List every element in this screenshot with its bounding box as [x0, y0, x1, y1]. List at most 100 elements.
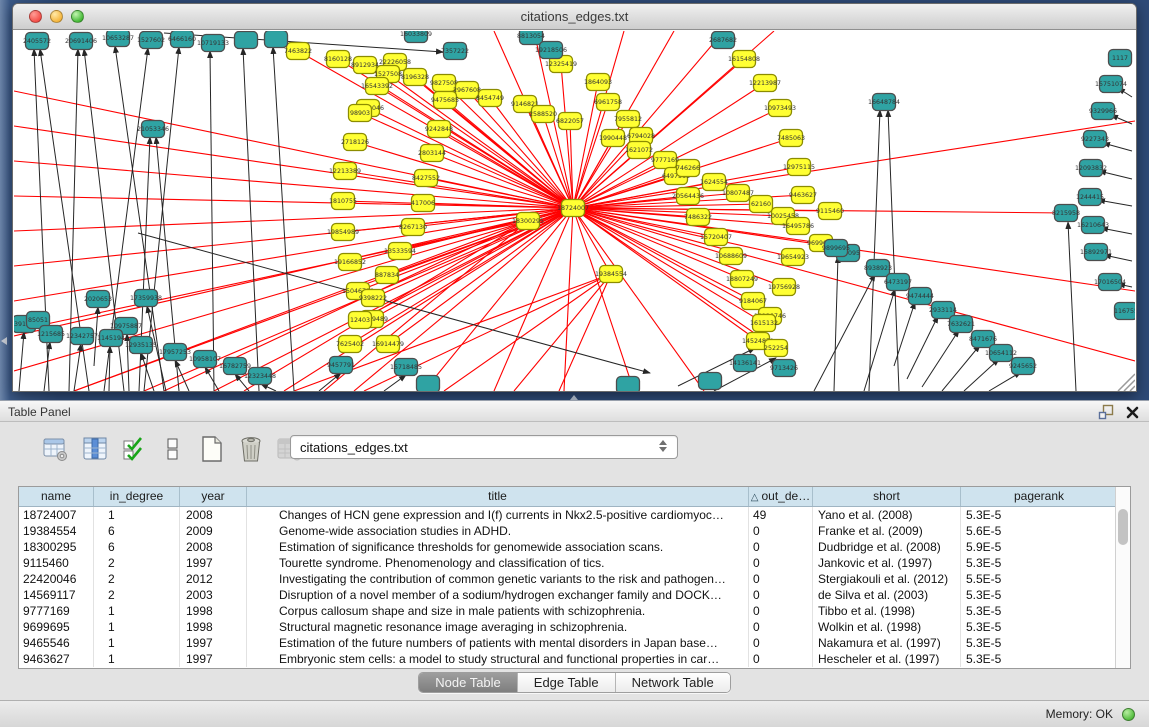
table-cell[interactable]: 18724007	[19, 507, 94, 523]
teal-node[interactable]: 17359938	[130, 290, 162, 307]
yellow-node[interactable]: 12213389	[329, 163, 361, 180]
table-cell[interactable]: 0	[749, 651, 813, 667]
node-attribute-table[interactable]: namein_degreeyeartitle△out_de…shortpager…	[18, 486, 1131, 669]
yellow-node[interactable]: 19756928	[768, 279, 800, 296]
yellow-node[interactable]: 2803144	[418, 145, 446, 162]
teal-node[interactable]: 16648784	[868, 94, 900, 111]
table-cell[interactable]: 5.5E-5	[961, 571, 1118, 587]
teal-node[interactable]: 20691406	[65, 33, 97, 50]
yellow-node[interactable]: 1615132	[750, 315, 778, 332]
table-cell[interactable]: Tibbo et al. (1998)	[813, 603, 961, 619]
table-cell[interactable]: Yano et al. (2008)	[813, 507, 961, 523]
teal-node[interactable]: 9227343	[1081, 131, 1109, 148]
yellow-node[interactable]: 887834	[375, 267, 399, 284]
table-row[interactable]: 1830029562008Estimation of significance …	[19, 539, 1130, 555]
table-cell[interactable]: 49	[749, 507, 813, 523]
yellow-node[interactable]: 16154808	[728, 51, 760, 68]
table-cell[interactable]: 9465546	[19, 635, 94, 651]
teal-node[interactable]: 16210643	[1077, 217, 1109, 234]
teal-node[interactable]: 9457791	[327, 357, 355, 374]
table-row[interactable]: 2242004622012Investigating the contribut…	[19, 571, 1130, 587]
table-cell[interactable]: Corpus callosum shape and size in male p…	[247, 603, 749, 619]
yellow-node[interactable]: 7485063	[777, 130, 805, 147]
yellow-node[interactable]: 2588520	[529, 106, 557, 123]
teal-node[interactable]	[265, 31, 288, 48]
yellow-node[interactable]: 1624554	[700, 174, 728, 191]
table-row[interactable]: 1456911722003Disruption of a novel membe…	[19, 587, 1130, 603]
yellow-node[interactable]: 8427552	[412, 170, 440, 187]
tab-network-table[interactable]: Network Table	[616, 673, 730, 692]
table-cell[interactable]: 1	[94, 651, 180, 667]
column-header-name[interactable]: name	[19, 487, 94, 506]
teal-node[interactable]	[617, 377, 640, 392]
column-header-out_de[interactable]: △out_de…	[749, 487, 813, 506]
teal-node[interactable]: 10719133	[197, 35, 229, 52]
table-cell[interactable]: Changes of HCN gene expression and I(f) …	[247, 507, 749, 523]
table-cell[interactable]: Estimation of the future numbers of pati…	[247, 635, 749, 651]
table-cell[interactable]: 0	[749, 539, 813, 555]
citation-network-graph[interactable]: 1872400718300295193845547463822816012889…	[14, 31, 1135, 391]
table-cell[interactable]: 5.3E-5	[961, 603, 1118, 619]
yellow-node[interactable]: 9242848	[425, 121, 453, 138]
table-cell[interactable]: 5.3E-5	[961, 635, 1118, 651]
teal-node[interactable]: 12935135	[125, 337, 157, 354]
yellow-node[interactable]: 12213987	[749, 75, 781, 92]
teal-node[interactable]: 2020653	[84, 291, 112, 308]
teal-node[interactable]: 12342757	[66, 328, 98, 345]
column-header-in_degree[interactable]: in_degree	[94, 487, 180, 506]
yellow-node[interactable]: 417006	[411, 195, 435, 212]
yellow-node[interactable]: 9398222	[359, 290, 387, 307]
float-panel-icon[interactable]	[1098, 404, 1114, 420]
delete-trash-button[interactable]	[237, 434, 265, 464]
teal-node[interactable]	[235, 32, 258, 49]
table-header-row[interactable]: namein_degreeyeartitle△out_de…shortpager…	[19, 487, 1130, 507]
yellow-node[interactable]: 1864093	[584, 74, 612, 91]
table-cell[interactable]: 0	[749, 619, 813, 635]
yellow-node[interactable]: 2718126	[341, 134, 369, 151]
yellow-node[interactable]: 8267130	[399, 219, 427, 236]
teal-node[interactable]: 9899695	[822, 240, 850, 257]
teal-node[interactable]: 6466160	[168, 31, 196, 48]
close-panel-icon[interactable]	[1126, 406, 1139, 419]
teal-node[interactable]: 15751074	[1095, 76, 1127, 93]
table-cell[interactable]: Structural magnetic resonance image aver…	[247, 619, 749, 635]
yellow-node[interactable]: 19166852	[334, 254, 366, 271]
table-cell[interactable]: Wolkin et al. (1998)	[813, 619, 961, 635]
table-cell[interactable]: 9699695	[19, 619, 94, 635]
yellow-node[interactable]: 19854989	[327, 224, 359, 241]
table-cell[interactable]: Stergiakouli et al. (2012)	[813, 571, 961, 587]
teal-node[interactable]: 7357222	[441, 43, 469, 60]
teal-node[interactable]: 12093832	[1075, 160, 1107, 177]
table-row[interactable]: 1938455462009Genome-wide association stu…	[19, 523, 1130, 539]
table-cell[interactable]: 1	[94, 603, 180, 619]
table-cell[interactable]: 2	[94, 555, 180, 571]
teal-node[interactable]: 10958107	[189, 351, 221, 368]
network-window-titlebar[interactable]: citations_edges.txt	[13, 4, 1136, 30]
teal-node[interactable]: 9474444	[906, 288, 934, 305]
yellow-node[interactable]: 7486322	[684, 209, 712, 226]
yellow-node[interactable]: 252254	[764, 340, 788, 357]
table-cell[interactable]: 2003	[180, 587, 247, 603]
teal-node[interactable]: 16782759	[219, 358, 251, 375]
table-cell[interactable]: Dudbridge et al. (2008)	[813, 539, 961, 555]
yellow-node[interactable]: 9115460	[816, 203, 844, 220]
new-document-button[interactable]	[198, 434, 226, 464]
yellow-node[interactable]: 98903	[349, 105, 372, 122]
table-cell[interactable]: 5.6E-5	[961, 523, 1118, 539]
yellow-node[interactable]: 9463627	[789, 187, 817, 204]
yellow-node[interactable]: 12975115	[783, 159, 815, 176]
table-row[interactable]: 911546021997Tourette syndrome. Phenomeno…	[19, 555, 1130, 571]
table-cell[interactable]: Tourette syndrome. Phenomenology and cla…	[247, 555, 749, 571]
yellow-node[interactable]: 746266	[676, 160, 700, 177]
table-cell[interactable]: 9115460	[19, 555, 94, 571]
table-row[interactable]: 969969511998Structural magnetic resonanc…	[19, 619, 1130, 635]
yellow-node[interactable]: 1990448	[599, 130, 627, 147]
table-cell[interactable]: 2	[94, 571, 180, 587]
table-cell[interactable]: Genome-wide association studies in ADHD.	[247, 523, 749, 539]
yellow-node[interactable]: 18807249	[726, 271, 758, 288]
yellow-node[interactable]: 16495786	[782, 218, 814, 235]
table-cell[interactable]: Jankovic et al. (1997)	[813, 555, 961, 571]
teal-node[interactable]: 16033809	[400, 31, 432, 43]
yellow-node[interactable]: 16543392	[361, 78, 393, 95]
yellow-node[interactable]: 1621072	[625, 142, 653, 159]
